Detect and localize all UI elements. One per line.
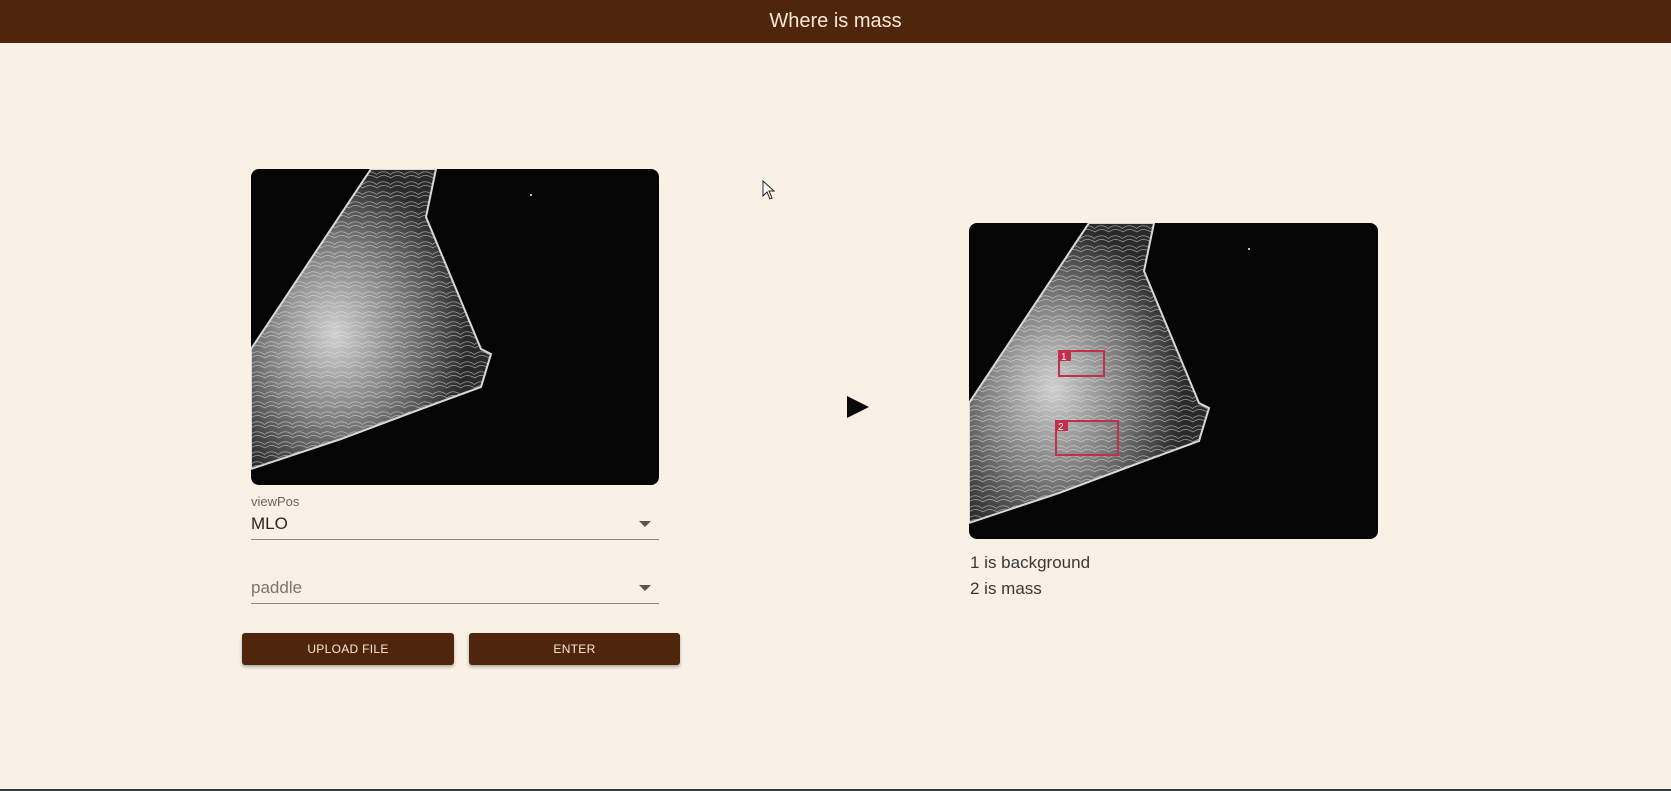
view-pos-select[interactable]: MLO — [251, 509, 659, 540]
model-select[interactable]: paddle — [251, 573, 659, 604]
enter-button[interactable]: ENTER — [469, 633, 680, 665]
app-title: Where is mass — [769, 10, 902, 32]
model-field: paddle — [251, 573, 659, 604]
legend-item-background: 1 is background — [970, 553, 1091, 572]
play-arrow-icon — [847, 396, 869, 418]
chevron-down-icon — [639, 521, 651, 527]
legend-item-mass: 2 is mass — [970, 579, 1042, 598]
app-bar: Where is mass — [0, 0, 1671, 43]
result-mammogram-image: 1 2 — [969, 223, 1378, 539]
upload-file-button[interactable]: UPLOAD FILE — [242, 633, 454, 665]
view-pos-field: viewPos MLO — [251, 494, 659, 540]
box-label-2: 2 — [1058, 422, 1064, 433]
model-placeholder: paddle — [251, 578, 303, 597]
input-mammogram-image — [251, 169, 659, 485]
view-pos-value: MLO — [251, 514, 288, 533]
box-label-1: 1 — [1061, 352, 1067, 363]
mouse-cursor-icon — [762, 180, 776, 200]
result-legend: 1 is background 2 is mass — [970, 550, 1090, 602]
chevron-down-icon — [639, 585, 651, 591]
view-pos-label: viewPos — [251, 494, 300, 509]
